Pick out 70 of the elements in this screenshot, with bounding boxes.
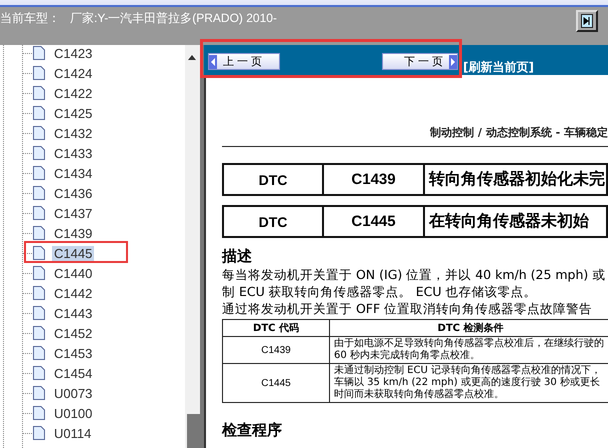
tree-item[interactable]: C1442: [52, 286, 94, 300]
document-icon: [32, 185, 46, 201]
prev-page-button[interactable]: 上 一 页: [208, 53, 280, 70]
document-icon: [32, 325, 46, 341]
dtc-code: C1445: [324, 207, 425, 236]
model-label: 当前车型：: [0, 10, 60, 27]
description-text: 每当将发动机开关置于 ON (IG) 位置，并以 40 km/h (25 mph) 或: [222, 266, 606, 283]
next-page-button[interactable]: 下 一 页: [382, 53, 458, 70]
tree-item[interactable]: C1433: [52, 146, 94, 160]
arrow-right-icon: [581, 14, 593, 28]
document-icon: [32, 285, 46, 301]
column-header: DTC 检测条件: [330, 320, 608, 336]
tree-item[interactable]: C1443: [52, 306, 94, 320]
document-icon: [32, 165, 46, 181]
tree-item[interactable]: C1432: [52, 126, 94, 140]
table-cell: 由于如电源不足导致转向角传感器零点校准后，在继续行驶的 60 秒内未完成转向角零点校准。: [330, 336, 608, 364]
tree-item[interactable]: U0073: [52, 386, 94, 400]
tree-item[interactable]: C1437: [52, 206, 94, 220]
dtc-title: 在转向角传感器未初始: [428, 210, 589, 232]
tree-item[interactable]: U0100: [52, 406, 94, 420]
document-icon: [32, 385, 46, 401]
refresh-link[interactable]: [刷新当前页]: [463, 59, 534, 76]
tree-item[interactable]: C1434: [52, 166, 94, 180]
document-icon: [32, 125, 46, 141]
table-cell: C1445: [222, 364, 330, 402]
tree-item[interactable]: C1445: [52, 246, 94, 260]
document-icon: [32, 425, 46, 441]
description-text: 制 ECU 获取转向角传感器零点。 ECU 也存储该零点。: [222, 283, 538, 300]
tree-item[interactable]: C1436: [52, 186, 94, 200]
tree-item[interactable]: C1422: [52, 86, 94, 100]
document-icon: [32, 65, 46, 81]
document-icon: [32, 245, 46, 261]
section-header: 制动控制 / 动态控制系统 - 车辆稳定: [222, 125, 608, 147]
arrow-right-icon: [449, 54, 457, 68]
table-cell: 未通过制动控制 ECU 记录转向角传感器零点校准的情况下，车辆以 35 km/h (22 mph) 或更高的速度行驶 30 秒或更长时间而未获取转向角传感器零点校准。: [330, 364, 608, 402]
dtc-title: 转向角传感器初始化未完: [428, 168, 605, 190]
toggle-panel-button[interactable]: [576, 10, 598, 32]
tree-item[interactable]: C1453: [52, 346, 94, 360]
tree-item[interactable]: C1423: [52, 46, 94, 60]
section-heading: 描述: [222, 247, 253, 266]
document-icon: [32, 265, 46, 281]
document-icon: [32, 365, 46, 381]
arrow-left-icon: [209, 54, 217, 68]
tree-item[interactable]: C1425: [52, 106, 94, 120]
document-icon: [32, 145, 46, 161]
section-heading: 检查程序: [222, 421, 283, 440]
column-header: DTC 代码: [222, 320, 330, 336]
tree-item[interactable]: C1440: [52, 266, 94, 280]
document-icon: [32, 105, 46, 121]
table-cell: C1439: [222, 336, 330, 364]
document-icon: [32, 405, 46, 421]
document-icon: [32, 205, 46, 221]
tree-item[interactable]: C1452: [52, 326, 94, 340]
model-value: 厂家:Y-一汽丰田普拉多(PRADO) 2010-: [70, 10, 277, 27]
document-icon: [32, 225, 46, 241]
description-text: 通过将发动机开关置于 OFF 位置取消转向角传感器零点故障警告: [222, 300, 594, 317]
tree-item[interactable]: C1439: [52, 226, 94, 240]
document-icon: [32, 345, 46, 361]
tree-item[interactable]: C1454: [52, 366, 94, 380]
scroll-up-icon[interactable]: [188, 54, 196, 60]
dtc-code: C1439: [324, 165, 425, 194]
scrollbar[interactable]: [185, 45, 200, 448]
document-icon: [32, 45, 46, 61]
document-icon: [32, 305, 46, 321]
document-icon: [32, 85, 46, 101]
dtc-label: DTC: [224, 207, 324, 236]
scrollbar-thumb[interactable]: [187, 414, 200, 448]
tree-item[interactable]: U0114: [52, 426, 94, 440]
dtc-label: DTC: [224, 165, 324, 194]
tree-item[interactable]: C1424: [52, 66, 94, 80]
